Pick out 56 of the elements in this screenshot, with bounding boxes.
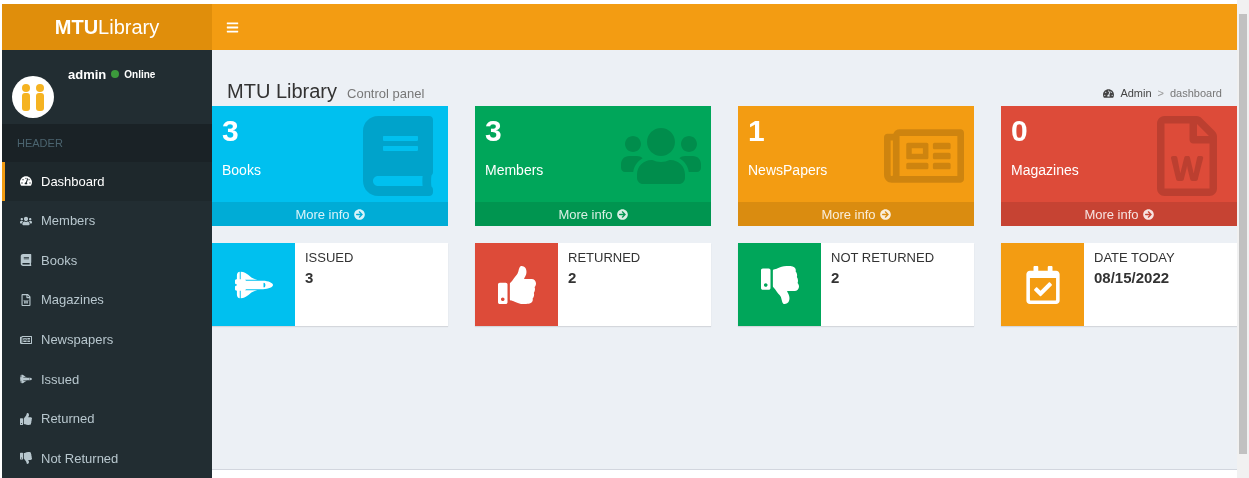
breadcrumb-link[interactable]: dashboard: [1170, 87, 1222, 99]
user-status: Online: [124, 68, 156, 80]
thumbs-up-icon: [497, 265, 536, 304]
shuttle-icon: [20, 373, 32, 386]
sidebar-item[interactable]: Books: [2, 240, 212, 281]
more-info-link[interactable]: More info: [1001, 202, 1237, 226]
book-icon: [20, 254, 32, 267]
sidebar-item[interactable]: Returned: [2, 398, 212, 439]
item-label: Members: [41, 213, 96, 229]
thumbs-down-icon: [20, 452, 32, 465]
info-value: 08/15/2022: [1094, 269, 1171, 286]
sidebar-item[interactable]: Magazines: [2, 280, 212, 320]
info-label: DATE TODAY: [1094, 250, 1175, 265]
breadcrumb-separator: >: [1157, 87, 1164, 99]
stat-value: 3: [485, 114, 503, 148]
document-icon: [20, 294, 32, 306]
item-label: Issued: [41, 371, 80, 387]
sidebar-item[interactable]: Issued: [2, 359, 212, 399]
sidebar-item[interactable]: Not Returned: [2, 438, 212, 478]
breadcrumb-link[interactable]: Admin: [1120, 87, 1152, 99]
gauge-icon: [1103, 87, 1115, 99]
thumbs-up-icon: [20, 412, 32, 425]
stat-value: 1: [748, 114, 766, 148]
stat-label: Magazines: [1011, 162, 1080, 178]
item-label: Returned: [41, 411, 95, 427]
stat-label: NewsPapers: [748, 162, 829, 178]
avatar: [12, 76, 54, 118]
stat-value: 3: [222, 114, 240, 148]
page-title: MTU Library: [227, 80, 337, 102]
sidebar-item[interactable]: Dashboard: [2, 161, 212, 202]
item-label: Books: [41, 252, 78, 268]
info-label: RETURNED: [568, 250, 641, 265]
menu-icon[interactable]: [226, 20, 239, 34]
sidebar-item[interactable]: Members: [2, 201, 212, 241]
stat-label: Books: [222, 162, 262, 178]
item-label: Magazines: [41, 292, 104, 308]
item-label: Newspapers: [41, 332, 114, 348]
info-label: ISSUED: [305, 250, 354, 265]
gauge-icon: [20, 175, 32, 188]
thumbs-down-icon: [760, 265, 799, 304]
info-value: 3: [305, 269, 315, 286]
calendar-icon: [1023, 265, 1062, 304]
newspaper-icon: [20, 333, 32, 346]
people-icon: [20, 214, 32, 227]
page-subtitle: Control panel: [347, 86, 425, 101]
stat-label: Members: [485, 162, 545, 178]
item-label: Not Returned: [41, 450, 119, 466]
item-label: Dashboard: [41, 173, 105, 189]
stat-value: 0: [1011, 114, 1029, 148]
info-label: NOT RETURNED: [831, 250, 935, 265]
sidebar-heading: HEADER: [2, 124, 212, 162]
status-dot: [111, 70, 120, 78]
sidebar-item[interactable]: Newspapers: [2, 319, 212, 360]
info-value: 2: [568, 269, 578, 286]
info-value: 2: [831, 269, 841, 286]
user-name: admin: [68, 66, 107, 82]
